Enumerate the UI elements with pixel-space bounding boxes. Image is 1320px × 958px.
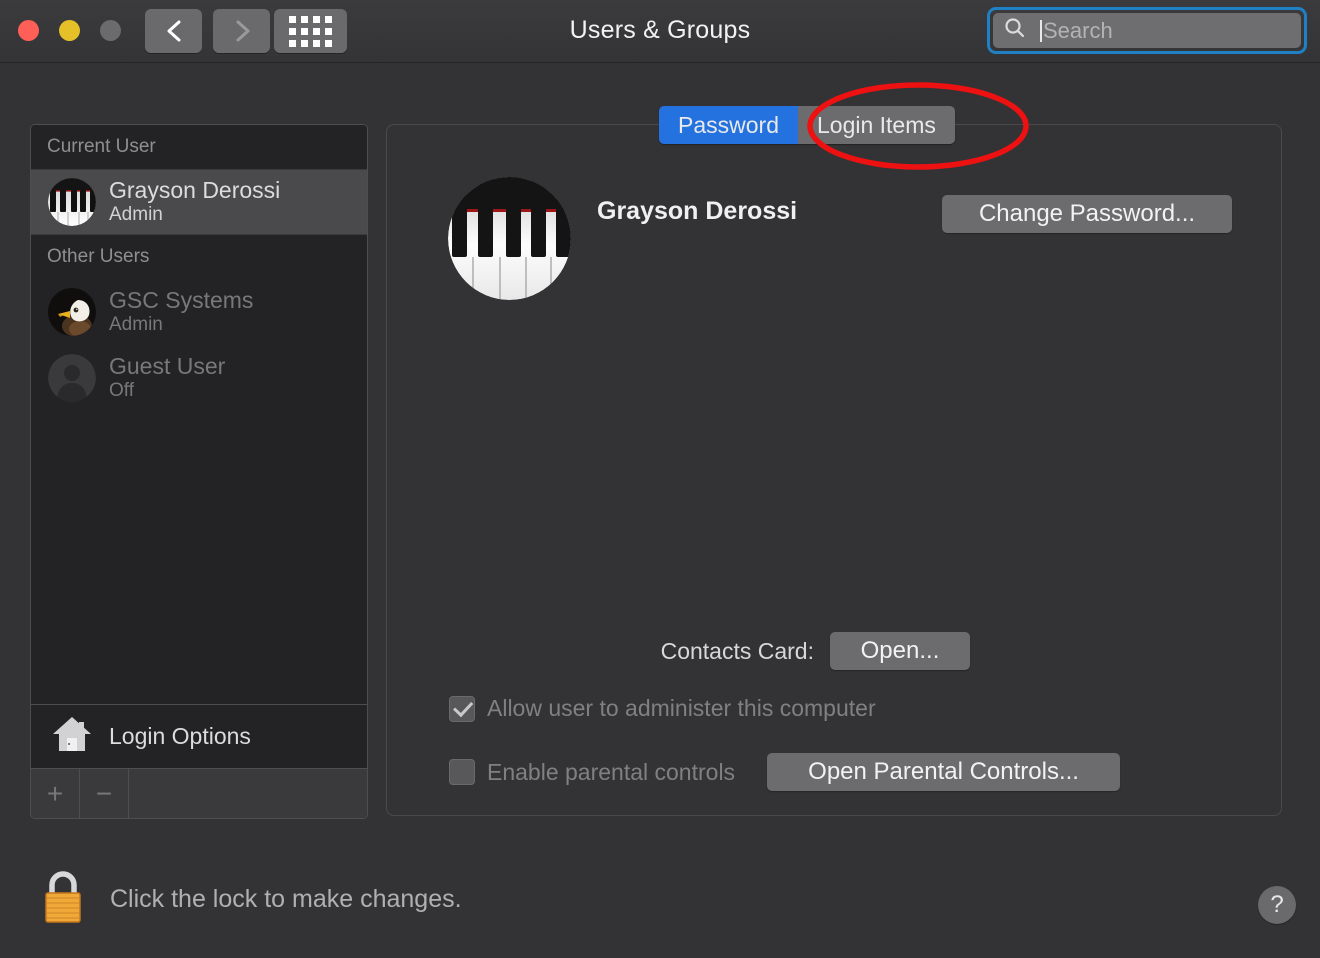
open-parental-controls-button[interactable]: Open Parental Controls... [767,753,1121,791]
sidebar-user-text: Guest User Off [109,353,225,403]
sidebar-user-gsc-systems[interactable]: GSC Systems Admin [31,279,367,345]
tab-segmented-control: Password Login Items [659,106,955,144]
person-silhouette-avatar [48,354,96,402]
plus-icon: + [46,777,64,809]
change-password-button[interactable]: Change Password... [942,195,1232,233]
admin-checkbox[interactable] [449,695,475,722]
parental-controls-checkbox[interactable] [449,759,475,785]
open-contacts-card-button[interactable]: Open... [830,632,970,670]
sidebar-toolbar: + − [31,768,367,818]
group-header-current-user: Current User [31,125,367,169]
sidebar-item-login-options[interactable]: Login Options [31,704,367,767]
eagle-avatar [48,288,96,336]
tab-login-items[interactable]: Login Items [797,106,955,144]
window-titlebar: Users & Groups Search [0,0,1320,63]
sidebar-user-text: GSC Systems Admin [109,287,253,337]
contacts-card-label: Contacts Card: [660,637,814,664]
search-placeholder: Search [1043,17,1113,43]
sidebar-toolbar-filler [129,769,367,818]
sidebar-user-name: Guest User [109,353,226,380]
help-icon: ? [1270,891,1284,918]
lock-row: Click the lock to make changes. [40,868,462,931]
sidebar-user-text: Grayson Derossi Admin [109,177,280,227]
sidebar-user-role: Off [109,380,134,402]
sidebar-user-role: Admin [109,204,163,226]
account-avatar[interactable] [448,177,571,300]
parental-controls-row: Enable parental controls Open Parental C… [449,753,1121,791]
search-field-focus-ring: Search [987,7,1307,54]
sidebar-user-name: GSC Systems [109,287,254,314]
account-name: Grayson Derossi [597,197,798,225]
piano-keys-avatar [48,178,96,226]
help-button[interactable]: ? [1258,886,1296,924]
sidebar-user-guest-user[interactable]: Guest User Off [31,345,367,411]
add-user-button[interactable]: + [31,769,80,818]
parental-controls-label: Enable parental controls [487,758,736,785]
admin-checkbox-row: Allow user to administer this computer [449,695,876,722]
login-options-label: Login Options [109,722,251,749]
admin-checkbox-label: Allow user to administer this computer [487,695,876,721]
search-icon [1003,16,1027,45]
sidebar-user-grayson-derossi[interactable]: Grayson Derossi Admin [31,169,367,235]
sidebar-user-role: Admin [109,314,163,336]
remove-user-button[interactable]: − [80,769,129,818]
contacts-card-row: Contacts Card: Open... [387,632,1281,670]
group-header-other-users: Other Users [31,235,367,279]
house-icon [51,714,93,759]
account-detail-panel: Grayson Derossi Change Password... Conta… [386,124,1282,816]
tab-password[interactable]: Password [659,106,798,144]
text-caret [1040,20,1042,42]
minus-icon: − [95,777,113,809]
lock-closed-icon[interactable] [40,868,86,931]
search-input[interactable]: Search [993,13,1301,48]
sidebar-user-name: Grayson Derossi [109,177,281,204]
lock-message: Click the lock to make changes. [110,885,462,913]
user-list-sidebar: Current User Grayson Derossi Admin Other… [30,124,368,819]
